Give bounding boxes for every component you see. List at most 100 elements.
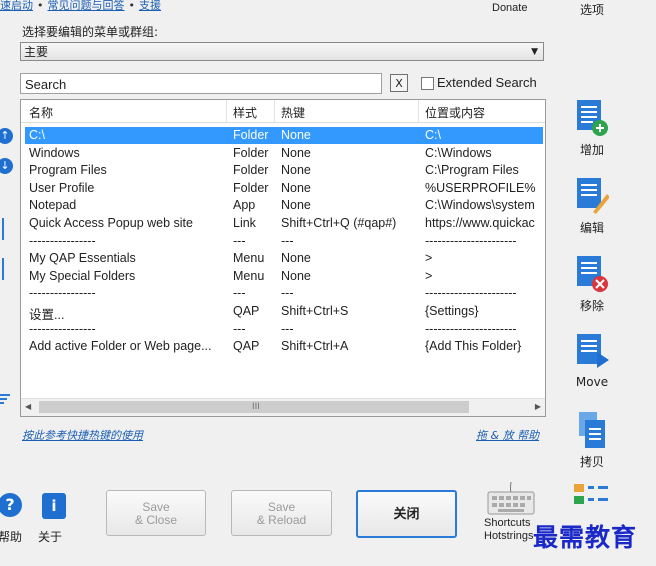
cell-hotkey: None [281, 198, 311, 213]
options-button[interactable]: 选项 [580, 1, 604, 18]
shortcuts-label[interactable]: Shortcuts Hotstrings [484, 517, 534, 543]
move-up-icon[interactable]: ↑ [0, 128, 13, 144]
help-label[interactable]: 帮助 [0, 528, 22, 545]
cell-hotkey: Shift+Ctrl+A [281, 339, 349, 354]
faq-link[interactable]: 常见问题与回答 [48, 0, 125, 12]
list-row[interactable]: ---------------- --- --- ------------------… [25, 321, 543, 338]
add-button[interactable]: 增加 [560, 98, 624, 158]
cell-type: QAP [233, 304, 260, 318]
scrollbar-thumb[interactable]: III [39, 401, 469, 413]
list-row[interactable]: 设置... QAP Shift+Ctrl+S {Settings} [25, 303, 543, 322]
hotkeys-help-link[interactable]: 按此参考快捷热键的使用 [22, 427, 143, 443]
list-row[interactable]: ---------------- --- --- ------------------… [25, 285, 543, 302]
remove-button[interactable]: 移除 [560, 254, 624, 314]
add-label: 增加 [579, 143, 604, 157]
cell-hotkey: None [281, 145, 311, 160]
move-label: Move [575, 375, 609, 389]
list-row[interactable]: User Profile Folder None %USERPROFILE% [25, 180, 543, 197]
quick-start-link[interactable]: 速启动 [0, 0, 33, 12]
left-toolbar-bar [2, 258, 4, 280]
cell-type: App [233, 198, 256, 213]
cell-name: Add active Folder or Web page... [29, 339, 212, 354]
cell-name: Quick Access Popup web site [29, 216, 193, 230]
list-header: 名称 样式 热键 位置或内容 [21, 100, 545, 123]
info-icon[interactable]: i [42, 493, 66, 519]
cell-type: Menu [233, 251, 265, 266]
watermark: 最需教育 [533, 523, 638, 552]
move-icon [577, 334, 609, 368]
help-icon[interactable]: ? [0, 493, 22, 517]
search-input[interactable]: Search [20, 73, 382, 94]
column-header-hotkey[interactable]: 热键 [281, 104, 305, 121]
cell-location: %USERPROFILE% [425, 180, 536, 195]
donate-button[interactable]: Donate [492, 2, 527, 14]
cell-type: --- [233, 321, 246, 336]
cell-location: {Settings} [425, 304, 479, 318]
remove-label: 移除 [579, 299, 604, 313]
list-row[interactable]: C:\ Folder None C:\ [25, 127, 543, 144]
clear-search-button[interactable]: X [390, 74, 408, 92]
column-header-location[interactable]: 位置或内容 [425, 104, 485, 121]
cell-location: C:\ [425, 128, 441, 142]
list-row[interactable]: Quick Access Popup web site Link Shift+Ctr… [25, 215, 543, 232]
extended-search-checkbox[interactable] [421, 77, 434, 90]
cell-type: --- [233, 286, 246, 301]
edit-label: 编辑 [579, 221, 604, 235]
scroll-right-icon[interactable]: ▶ [535, 402, 541, 411]
save-close-button[interactable]: Save & Close [106, 490, 206, 536]
cell-type: Link [233, 216, 256, 230]
top-links: 速启动 • 常见问题与回答 • 支援 [0, 0, 161, 13]
list-row[interactable]: Add active Folder or Web page... QAP Shift… [25, 338, 543, 355]
copy-button[interactable]: 拷贝 [560, 410, 624, 470]
cell-hotkey: Shift+Ctrl+S [281, 304, 349, 318]
cell-hotkey: None [281, 163, 311, 178]
cell-name: Program Files [29, 163, 107, 178]
favorites-list[interactable]: 名称 样式 热键 位置或内容 C:\ Folder None C:\ Windows Fo… [20, 99, 546, 417]
list-row[interactable]: Windows Folder None C:\Windows [25, 145, 543, 162]
column-divider[interactable] [226, 100, 227, 122]
cell-type: Folder [233, 145, 269, 160]
cell-name: Windows [29, 145, 80, 160]
copy-label: 拷贝 [579, 455, 604, 469]
menu-selector-label: 选择要编辑的菜单或群组: [22, 25, 159, 39]
column-header-type[interactable]: 样式 [233, 104, 257, 121]
cell-type: Menu [233, 268, 265, 283]
close-button[interactable]: 关闭 [356, 490, 457, 538]
cell-name: ---------------- [29, 286, 96, 301]
list-row[interactable]: My QAP Essentials Menu None > [25, 250, 543, 267]
move-button[interactable]: Move [560, 332, 624, 389]
about-label[interactable]: 关于 [38, 528, 62, 545]
move-down-icon[interactable]: ↓ [0, 158, 13, 174]
list-row[interactable]: Notepad App None C:\Windows\system [25, 197, 543, 214]
extended-search-label[interactable]: Extended Search [437, 75, 537, 90]
drag-drop-help-link[interactable]: 拖 & 放 帮助 [476, 427, 539, 443]
cell-type: Folder [233, 180, 269, 195]
cell-type: QAP [233, 339, 260, 354]
menu-select[interactable]: 主要 ▼ [20, 42, 544, 61]
cell-location: C:\Program Files [425, 163, 519, 178]
cell-location: C:\Windows\system [425, 198, 535, 213]
cell-location: ---------------------- [425, 233, 517, 248]
pin-icon[interactable] [0, 352, 12, 366]
horizontal-scrollbar[interactable]: ◀ III ▶ [21, 398, 545, 416]
edit-button[interactable]: 编辑 [560, 176, 624, 236]
cell-hotkey: None [281, 268, 311, 283]
list-row[interactable]: My Special Folders Menu None > [25, 268, 543, 285]
column-divider[interactable] [418, 100, 419, 122]
column-divider[interactable] [274, 100, 275, 122]
cell-hotkey: None [281, 251, 311, 266]
more-tools-icon[interactable] [572, 484, 612, 510]
sort-icon[interactable] [0, 392, 12, 406]
scroll-left-icon[interactable]: ◀ [25, 402, 31, 411]
shortcuts-button[interactable] [486, 481, 536, 516]
list-row[interactable]: Program Files Folder None C:\Program Files [25, 162, 543, 179]
list-row[interactable]: ---------------- --- --- ------------------… [25, 233, 543, 250]
menu-select-value: 主要 [24, 45, 49, 59]
support-link[interactable]: 支援 [139, 0, 161, 12]
column-header-name[interactable]: 名称 [29, 104, 53, 121]
cell-location: > [425, 251, 433, 266]
add-icon [577, 100, 608, 136]
edit-icon [577, 178, 610, 214]
cell-name: My QAP Essentials [29, 251, 136, 266]
save-reload-button[interactable]: Save & Reload [231, 490, 332, 536]
